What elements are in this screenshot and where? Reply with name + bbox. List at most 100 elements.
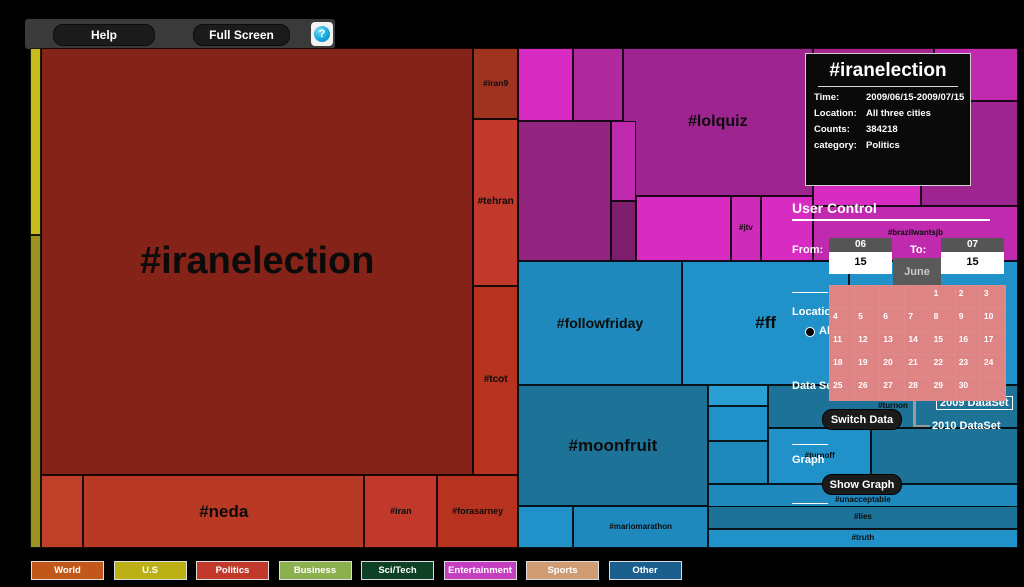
- info-row-value: 384218: [866, 124, 898, 135]
- to-date-field[interactable]: 07 15: [941, 238, 1004, 274]
- calendar-day-cell[interactable]: 10: [980, 309, 1005, 331]
- dataset-2010-option[interactable]: 2010 DataSet: [932, 420, 1001, 432]
- location-all-radio[interactable]: [805, 327, 815, 337]
- calendar-day-cell[interactable]: 12: [855, 332, 880, 354]
- treemap-cell-iran[interactable]: #iran: [364, 475, 438, 548]
- treemap-cell-label: #iranelection: [140, 239, 375, 282]
- treemap-cell-moonfruit[interactable]: #moonfruit: [517, 385, 708, 506]
- treemap-cell-label: #lolquiz: [688, 112, 748, 130]
- legend-item-other[interactable]: Other: [608, 561, 682, 580]
- info-row-key: Location:: [814, 108, 857, 119]
- treemap-cell[interactable]: [611, 201, 636, 261]
- calendar-day-cell[interactable]: 15: [930, 332, 955, 354]
- calendar-day-cell[interactable]: 3: [980, 286, 1005, 308]
- calendar-day-cell[interactable]: 6: [880, 309, 905, 331]
- treemap-cell[interactable]: [30, 48, 42, 235]
- treemap-cell-jtv[interactable]: #jtv: [730, 196, 762, 261]
- month-selector-button[interactable]: June: [893, 258, 941, 285]
- hashtag-treemap[interactable]: #iranelection #iran9 #tehran #tcot #neda #ira…: [30, 48, 1018, 548]
- calendar-day-cell[interactable]: 27: [880, 378, 905, 400]
- treemap-cell[interactable]: [517, 506, 574, 548]
- calendar-blank-cell: [980, 378, 1005, 400]
- treemap-cell-mariomarathon[interactable]: #mariomarathon: [573, 506, 708, 548]
- info-row-value: 2009/06/15-2009/07/15: [866, 92, 965, 103]
- to-label: To:: [910, 244, 927, 256]
- show-graph-button[interactable]: Show Graph: [822, 474, 902, 495]
- calendar-day-cell[interactable]: 2: [955, 286, 980, 308]
- from-label: From:: [792, 244, 824, 256]
- graph-divider-top: [792, 444, 828, 445]
- treemap-cell-forasarney[interactable]: #forasarney: [437, 475, 518, 548]
- treemap-cell-label: #mariomarathon: [609, 521, 672, 531]
- dataset-slider-connector: [916, 425, 930, 427]
- legend-item-sci-tech[interactable]: Sci/Tech: [361, 561, 434, 580]
- treemap-cell[interactable]: [41, 475, 84, 548]
- treemap-cell-lies[interactable]: #lies: [707, 506, 1018, 529]
- calendar-day-cell[interactable]: 24: [980, 355, 1005, 377]
- treemap-cell[interactable]: [573, 48, 623, 121]
- calendar-day-cell[interactable]: 28: [905, 378, 930, 400]
- treemap-cell-iran9[interactable]: #iran9: [473, 48, 518, 119]
- from-day-value[interactable]: 15: [829, 252, 892, 274]
- treemap-cell-truth[interactable]: #truth: [707, 529, 1018, 548]
- treemap-cell-label: #jtv: [739, 223, 753, 233]
- calendar-day-cell[interactable]: 9: [955, 309, 980, 331]
- date-picker-calendar[interactable]: 1 2 3 4 5 6 7 8 9 10 11 12 13 14 15 16 17 18 19 20 21 22 23 24 2…: [829, 285, 1006, 401]
- help-question-icon[interactable]: ?: [311, 22, 333, 46]
- calendar-day-cell[interactable]: 30: [955, 378, 980, 400]
- switch-data-button[interactable]: Switch Data: [822, 409, 902, 430]
- calendar-blank-cell: [855, 286, 880, 308]
- from-date-field[interactable]: 06 15: [829, 238, 892, 274]
- legend-item-entertainment[interactable]: Entertainment: [443, 561, 517, 580]
- treemap-cell[interactable]: [30, 235, 42, 548]
- calendar-day-cell[interactable]: 26: [855, 378, 880, 400]
- legend-item-sports[interactable]: Sports: [526, 561, 599, 580]
- treemap-cell-label: #followfriday: [556, 314, 644, 331]
- calendar-day-cell[interactable]: 13: [880, 332, 905, 354]
- info-row-value: All three cities: [866, 108, 931, 119]
- treemap-cell[interactable]: [707, 441, 768, 484]
- full-screen-button[interactable]: Full Screen: [193, 24, 290, 46]
- treemap-cell-iranelection[interactable]: #iranelection: [41, 48, 474, 475]
- treemap-cell-label: #tehran: [477, 196, 514, 208]
- treemap-cell[interactable]: [707, 406, 768, 441]
- legend-item-politics[interactable]: Politics: [196, 561, 269, 580]
- calendar-day-cell[interactable]: 17: [980, 332, 1005, 354]
- calendar-day-cell[interactable]: 18: [830, 355, 855, 377]
- calendar-day-cell[interactable]: 29: [930, 378, 955, 400]
- treemap-cell-lolquiz[interactable]: #lolquiz: [622, 48, 813, 196]
- calendar-day-cell[interactable]: 4: [830, 309, 855, 331]
- treemap-cell[interactable]: [517, 48, 574, 121]
- help-button[interactable]: Help: [53, 24, 155, 46]
- treemap-cell[interactable]: [707, 385, 768, 406]
- calendar-day-cell[interactable]: 8: [930, 309, 955, 331]
- calendar-day-cell[interactable]: 16: [955, 332, 980, 354]
- treemap-cell[interactable]: [517, 121, 612, 261]
- application-window: Help Full Screen ? #iranelection #iran9 #t…: [0, 0, 1024, 587]
- treemap-cell-ff[interactable]: #ff: [682, 261, 850, 385]
- calendar-day-cell[interactable]: 23: [955, 355, 980, 377]
- legend-item-business[interactable]: Business: [278, 561, 352, 580]
- calendar-day-cell[interactable]: 21: [905, 355, 930, 377]
- calendar-blank-cell: [830, 286, 855, 308]
- calendar-day-cell[interactable]: 20: [880, 355, 905, 377]
- calendar-day-cell[interactable]: 19: [855, 355, 880, 377]
- treemap-cell-tcot[interactable]: #tcot: [473, 286, 518, 475]
- calendar-day-cell[interactable]: 7: [905, 309, 930, 331]
- legend-item-world[interactable]: World: [31, 561, 104, 580]
- user-control-divider: [792, 219, 990, 221]
- calendar-day-cell[interactable]: 1: [930, 286, 955, 308]
- legend-item-u-s[interactable]: U.S: [113, 561, 187, 580]
- treemap-cell[interactable]: [611, 121, 636, 201]
- to-day-value[interactable]: 15: [941, 252, 1004, 274]
- calendar-day-cell[interactable]: 22: [930, 355, 955, 377]
- calendar-day-cell[interactable]: 11: [830, 332, 855, 354]
- treemap-cell-followfriday[interactable]: #followfriday: [517, 261, 683, 385]
- calendar-day-cell[interactable]: 5: [855, 309, 880, 331]
- treemap-cell[interactable]: [635, 196, 731, 261]
- treemap-cell-neda[interactable]: #neda: [83, 475, 365, 548]
- calendar-day-cell[interactable]: 25: [830, 378, 855, 400]
- info-row: category: Politics: [806, 135, 970, 151]
- calendar-day-cell[interactable]: 14: [905, 332, 930, 354]
- treemap-cell-tehran[interactable]: #tehran: [473, 119, 518, 286]
